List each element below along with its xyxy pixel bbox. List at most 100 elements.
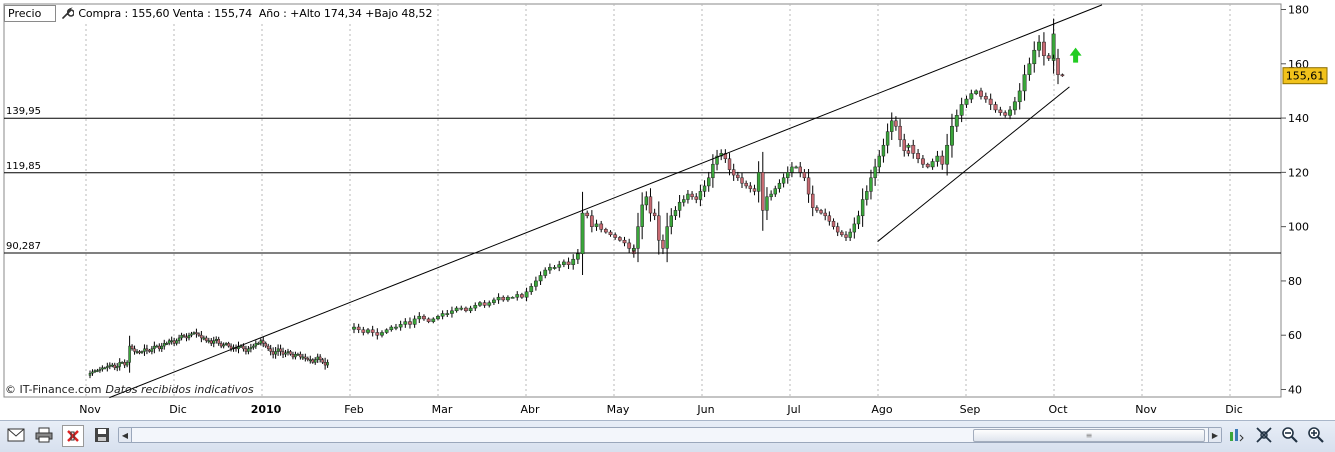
candle-body: [748, 185, 753, 189]
candle-body: [187, 334, 191, 339]
candle-body: [557, 264, 562, 268]
candle-body: [1027, 63, 1032, 75]
candle-body: [259, 340, 263, 344]
credit-text: © IT-Finance.com: [5, 383, 102, 396]
x-tick-label: Dic: [169, 403, 187, 416]
candle-body: [380, 332, 384, 336]
candle-body: [98, 368, 102, 371]
candle-body: [538, 275, 543, 282]
candle-body: [575, 253, 580, 260]
candle-body: [599, 223, 604, 230]
candle-body: [552, 267, 557, 269]
candle-body: [898, 125, 902, 141]
x-tick-label: May: [607, 403, 630, 416]
candle-body: [589, 215, 594, 227]
candle-body: [148, 349, 151, 352]
level-label: 90,287: [6, 241, 41, 252]
candle-body: [408, 321, 412, 325]
candle-body: [823, 212, 827, 217]
candle-body: [262, 340, 265, 344]
candle-body: [950, 125, 954, 146]
candle-body: [202, 337, 206, 340]
candle-body: [848, 231, 852, 238]
candle-body: [794, 166, 798, 169]
candle-body: [286, 351, 290, 354]
candle-body: [827, 215, 832, 222]
candle-body: [478, 302, 482, 306]
price-chart[interactable]: 40 60 80 100 120 140 160 180 Nov Dic 2010 Feb Mar Abr…: [0, 0, 1335, 420]
candle-body: [686, 193, 690, 200]
candle-body: [740, 177, 744, 184]
candle-body: [311, 359, 314, 363]
candle-body: [192, 332, 196, 335]
candle-body: [219, 343, 223, 347]
candle-body: [665, 226, 669, 249]
candle-body: [128, 345, 131, 363]
candle-body: [431, 318, 436, 322]
candle-body: [669, 215, 673, 227]
scroll-left-icon[interactable]: ◀: [119, 428, 132, 442]
candle-body: [959, 104, 964, 116]
candle-body: [543, 269, 548, 276]
candle-body: [321, 359, 324, 363]
candle-body: [389, 326, 394, 331]
candle-body: [698, 191, 703, 200]
candle-body: [440, 313, 445, 317]
candle-body: [727, 158, 732, 170]
candle-body: [115, 366, 119, 369]
scroll-right-icon[interactable]: ▶: [1208, 428, 1221, 442]
candle-body: [111, 364, 114, 367]
candle-body: [153, 345, 156, 350]
candle-body: [744, 182, 748, 187]
candle-body: [309, 359, 312, 362]
chart-settings-icon[interactable]: [1226, 425, 1246, 445]
candle-body: [652, 212, 657, 217]
print-icon[interactable]: [34, 425, 54, 445]
zoom-out-icon[interactable]: [1280, 425, 1300, 445]
y-tick-label: 120: [1288, 166, 1309, 179]
candle-body: [501, 296, 506, 301]
candle-body: [412, 318, 417, 325]
zoom-in-icon[interactable]: [1306, 425, 1326, 445]
candle-body: [93, 370, 97, 373]
candle-body: [644, 196, 649, 206]
disable-indicators-icon[interactable]: [62, 425, 84, 447]
candle-body: [765, 196, 769, 211]
candle-body: [422, 315, 426, 320]
candle-body: [130, 345, 134, 350]
candle-body: [120, 362, 124, 364]
candle-body: [761, 172, 765, 211]
candle-body: [244, 348, 248, 352]
candle-body: [969, 93, 974, 100]
candle-body: [520, 294, 524, 298]
candle-body: [180, 334, 183, 339]
price-mode-selector[interactable]: Precio: [4, 5, 57, 22]
candle-body: [806, 177, 811, 195]
candle-body: [881, 144, 886, 157]
candle-body: [998, 109, 1003, 113]
candle-body: [993, 104, 998, 111]
candle-body: [158, 345, 161, 350]
candle-body: [930, 161, 935, 168]
candle-body: [786, 172, 790, 179]
y-tick-label: 80: [1288, 275, 1302, 288]
x-tick-label: Nov: [1135, 403, 1157, 416]
candle-body: [902, 139, 906, 151]
fit-icon[interactable]: [1254, 425, 1274, 445]
candle-body: [873, 166, 877, 179]
candle-body: [673, 210, 678, 217]
chart-scrollbar[interactable]: ◀ ≡ ▶: [118, 427, 1222, 443]
candle-body: [777, 182, 782, 189]
candle-body: [229, 345, 233, 350]
mail-icon[interactable]: [6, 425, 26, 445]
save-icon[interactable]: [92, 425, 112, 445]
wrench-icon[interactable]: [60, 6, 76, 21]
candle-body: [106, 366, 109, 369]
x-tick-label: Ago: [871, 403, 893, 416]
candle-body: [296, 353, 300, 356]
candle-body: [1051, 58, 1056, 61]
candle-body: [145, 348, 149, 351]
candle-body: [548, 267, 552, 271]
bottom-toolbar: ◀ ≡ ▶: [0, 420, 1335, 452]
scrollbar-thumb[interactable]: ≡: [973, 429, 1205, 442]
